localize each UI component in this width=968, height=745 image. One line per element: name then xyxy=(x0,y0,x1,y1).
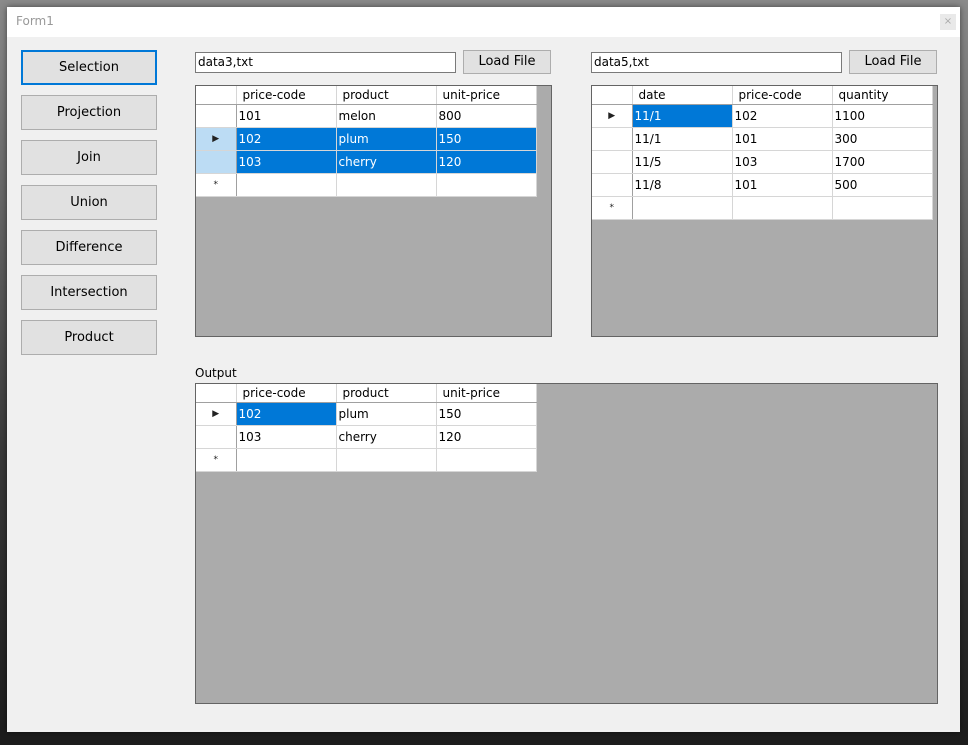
right-file-input[interactable]: data5,txt xyxy=(591,52,842,73)
table-cell[interactable]: 103 xyxy=(236,150,337,174)
table-cell[interactable]: 150 xyxy=(436,402,537,426)
column-header[interactable]: quantity xyxy=(832,86,933,105)
table-cell[interactable]: cherry xyxy=(336,425,437,449)
current-row-arrow-icon[interactable]: ▶ xyxy=(592,104,633,128)
table-cell[interactable]: 103 xyxy=(732,150,833,174)
table-cell[interactable] xyxy=(436,173,537,197)
table-cell[interactable]: 1100 xyxy=(832,104,933,128)
table-row[interactable]: 103 cherry 120 xyxy=(196,425,537,449)
table-cell[interactable] xyxy=(336,173,437,197)
row-header[interactable] xyxy=(592,150,633,174)
union-button[interactable]: Union xyxy=(21,185,157,220)
table-row[interactable]: 101 melon 800 xyxy=(196,104,537,128)
projection-button[interactable]: Projection xyxy=(21,95,157,130)
left-file-input[interactable]: data3,txt xyxy=(195,52,456,73)
table-cell[interactable]: plum xyxy=(336,402,437,426)
form-window: Form1 × Selection Projection Join Union … xyxy=(7,7,960,732)
intersection-button[interactable]: Intersection xyxy=(21,275,157,310)
left-load-file-button[interactable]: Load File xyxy=(463,50,551,74)
row-header[interactable] xyxy=(592,127,633,151)
left-grid-scrollbar[interactable] xyxy=(537,86,551,176)
row-header-corner xyxy=(196,86,237,105)
new-row-asterisk-icon[interactable]: * xyxy=(196,173,237,197)
table-cell[interactable]: 120 xyxy=(436,150,537,174)
new-row[interactable]: * xyxy=(196,448,537,472)
table-cell[interactable] xyxy=(236,173,337,197)
output-data-grid[interactable]: price-code product unit-price ▶ 102 plum… xyxy=(195,383,938,704)
table-cell[interactable]: 11/5 xyxy=(632,150,733,174)
new-row[interactable]: * xyxy=(196,173,537,197)
window-title: Form1 xyxy=(16,14,54,28)
table-cell[interactable]: 101 xyxy=(732,127,833,151)
current-row-arrow-icon[interactable]: ▶ xyxy=(196,127,237,151)
table-row[interactable]: ▶ 11/1 102 1100 xyxy=(592,104,933,128)
table-cell[interactable]: 800 xyxy=(436,104,537,128)
table-cell[interactable]: 103 xyxy=(236,425,337,449)
row-header-corner xyxy=(196,384,237,403)
new-row[interactable]: * xyxy=(592,196,933,220)
row-header[interactable] xyxy=(196,425,237,449)
join-button[interactable]: Join xyxy=(21,140,157,175)
table-row[interactable]: 11/1 101 300 xyxy=(592,127,933,151)
table-cell[interactable] xyxy=(336,448,437,472)
output-label: Output xyxy=(195,366,237,380)
current-row-arrow-icon[interactable]: ▶ xyxy=(196,402,237,426)
table-cell[interactable]: 102 xyxy=(236,127,337,151)
table-cell[interactable]: 300 xyxy=(832,127,933,151)
selection-button[interactable]: Selection xyxy=(21,50,157,85)
right-data-grid[interactable]: date price-code quantity ▶ 11/1 102 1100… xyxy=(591,85,938,337)
column-header[interactable]: price-code xyxy=(236,86,337,105)
table-cell[interactable]: 500 xyxy=(832,173,933,197)
row-header[interactable] xyxy=(196,104,237,128)
row-header[interactable] xyxy=(592,173,633,197)
table-row[interactable]: 103 cherry 120 xyxy=(196,150,537,174)
table-cell[interactable] xyxy=(436,448,537,472)
column-header[interactable]: price-code xyxy=(732,86,833,105)
new-row-asterisk-icon[interactable]: * xyxy=(196,448,237,472)
difference-button[interactable]: Difference xyxy=(21,230,157,265)
table-cell[interactable]: 11/8 xyxy=(632,173,733,197)
table-row[interactable]: ▶ 102 plum 150 xyxy=(196,402,537,426)
table-cell[interactable] xyxy=(832,196,933,220)
table-cell[interactable]: cherry xyxy=(336,150,437,174)
new-row-asterisk-icon[interactable]: * xyxy=(592,196,633,220)
product-button[interactable]: Product xyxy=(21,320,157,355)
column-header[interactable]: unit-price xyxy=(436,384,537,403)
row-header-corner xyxy=(592,86,633,105)
title-bar[interactable]: Form1 × xyxy=(7,7,960,37)
grid-header-row: price-code product unit-price xyxy=(196,384,537,403)
table-cell[interactable]: 101 xyxy=(236,104,337,128)
table-cell[interactable]: 150 xyxy=(436,127,537,151)
column-header[interactable]: date xyxy=(632,86,733,105)
table-row[interactable]: ▶ 102 plum 150 xyxy=(196,127,537,151)
table-cell[interactable]: melon xyxy=(336,104,437,128)
column-header[interactable]: price-code xyxy=(236,384,337,403)
table-row[interactable]: 11/5 103 1700 xyxy=(592,150,933,174)
column-header[interactable]: product xyxy=(336,384,437,403)
table-cell[interactable]: 102 xyxy=(732,104,833,128)
row-header[interactable] xyxy=(196,150,237,174)
grid-header-row: date price-code quantity xyxy=(592,86,933,105)
left-data-grid[interactable]: price-code product unit-price 101 melon … xyxy=(195,85,552,337)
table-cell[interactable]: 1700 xyxy=(832,150,933,174)
table-cell[interactable] xyxy=(236,448,337,472)
table-cell[interactable]: 11/1 xyxy=(632,127,733,151)
grid-header-row: price-code product unit-price xyxy=(196,86,537,105)
table-cell[interactable]: 101 xyxy=(732,173,833,197)
right-load-file-button[interactable]: Load File xyxy=(849,50,937,74)
table-row[interactable]: 11/8 101 500 xyxy=(592,173,933,197)
table-cell[interactable] xyxy=(732,196,833,220)
table-cell[interactable]: 102 xyxy=(236,402,337,426)
table-cell[interactable]: 120 xyxy=(436,425,537,449)
table-cell[interactable]: 11/1 xyxy=(632,104,733,128)
table-cell[interactable]: plum xyxy=(336,127,437,151)
column-header[interactable]: product xyxy=(336,86,437,105)
table-cell[interactable] xyxy=(632,196,733,220)
column-header[interactable]: unit-price xyxy=(436,86,537,105)
close-icon[interactable]: × xyxy=(940,14,956,30)
